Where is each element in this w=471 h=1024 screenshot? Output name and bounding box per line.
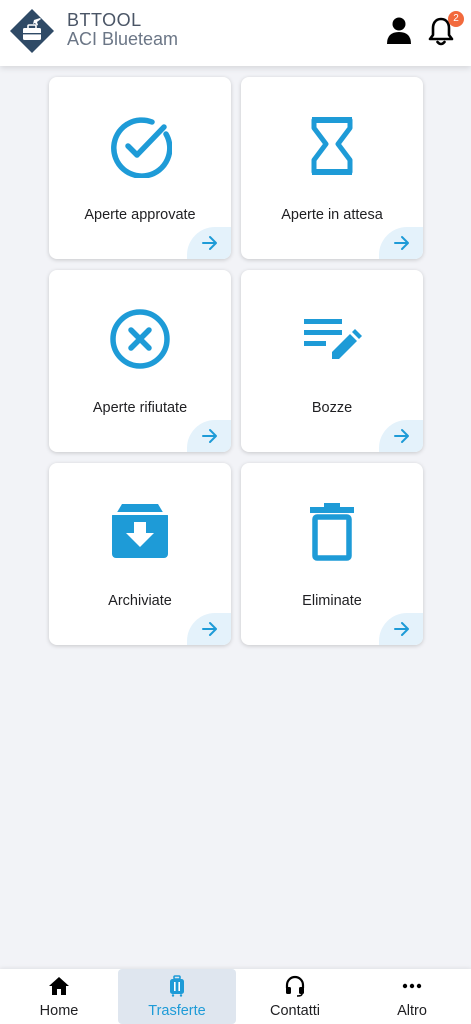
card-label: Archiviate xyxy=(108,593,172,609)
hourglass-icon xyxy=(311,117,353,175)
suitcase-icon xyxy=(170,975,184,997)
card-label: Aperte approvate xyxy=(84,207,196,223)
arrow-right-icon xyxy=(394,236,409,250)
notification-badge: 2 xyxy=(448,11,464,27)
card-arrow-button[interactable] xyxy=(187,227,231,259)
card-label: Aperte in attesa xyxy=(281,207,383,223)
arrow-right-icon xyxy=(394,622,409,636)
headset-icon xyxy=(285,975,305,997)
app-title: BTTOOL xyxy=(67,10,142,30)
bottom-navigation: Home Trasferte Contatti Altro xyxy=(0,969,471,1024)
nav-altro[interactable]: Altro xyxy=(353,969,471,1024)
nav-label: Altro xyxy=(397,1003,427,1019)
card-arrow-button[interactable] xyxy=(379,227,423,259)
card-eliminate[interactable]: Eliminate xyxy=(241,463,423,645)
trash-icon xyxy=(310,503,354,561)
card-aperte-in-attesa[interactable]: Aperte in attesa xyxy=(241,77,423,259)
arrow-right-icon xyxy=(202,236,217,250)
check-circle-icon xyxy=(111,117,172,178)
nav-home[interactable]: Home xyxy=(0,969,118,1024)
nav-label: Contatti xyxy=(270,1003,320,1019)
brand: BTTOOL ACI Blueteam xyxy=(67,11,178,48)
card-label: Bozze xyxy=(311,400,353,416)
card-arrow-button[interactable] xyxy=(187,420,231,452)
more-icon xyxy=(402,983,422,989)
edit-note-icon xyxy=(304,319,362,359)
card-label: Aperte rifiutate xyxy=(92,400,188,416)
card-arrow-button[interactable] xyxy=(187,613,231,645)
app-screen: BTTOOL ACI Blueteam 2 Aperte approvate A… xyxy=(0,0,471,1024)
home-icon xyxy=(49,977,69,995)
user-icon[interactable] xyxy=(384,16,414,46)
nav-contatti[interactable]: Contatti xyxy=(236,969,354,1024)
app-logo-icon xyxy=(10,9,54,53)
arrow-right-icon xyxy=(394,429,409,443)
card-arrow-button[interactable] xyxy=(379,420,423,452)
card-aperte-rifiutate[interactable]: Aperte rifiutate xyxy=(49,270,231,452)
arrow-right-icon xyxy=(202,622,217,636)
x-circle-icon xyxy=(110,309,170,369)
top-bar: BTTOOL ACI Blueteam 2 xyxy=(0,0,471,66)
card-label: Eliminate xyxy=(302,593,362,609)
card-arrow-button[interactable] xyxy=(379,613,423,645)
card-aperte-approvate[interactable]: Aperte approvate xyxy=(49,77,231,259)
nav-trasferte[interactable]: Trasferte xyxy=(118,969,236,1024)
arrow-right-icon xyxy=(202,429,217,443)
archive-icon xyxy=(112,504,168,558)
nav-label: Home xyxy=(39,1003,79,1019)
app-subtitle: ACI Blueteam xyxy=(67,29,179,49)
card-archiviate[interactable]: Archiviate xyxy=(49,463,231,645)
nav-label: Trasferte xyxy=(148,1003,206,1019)
card-bozze[interactable]: Bozze xyxy=(241,270,423,452)
